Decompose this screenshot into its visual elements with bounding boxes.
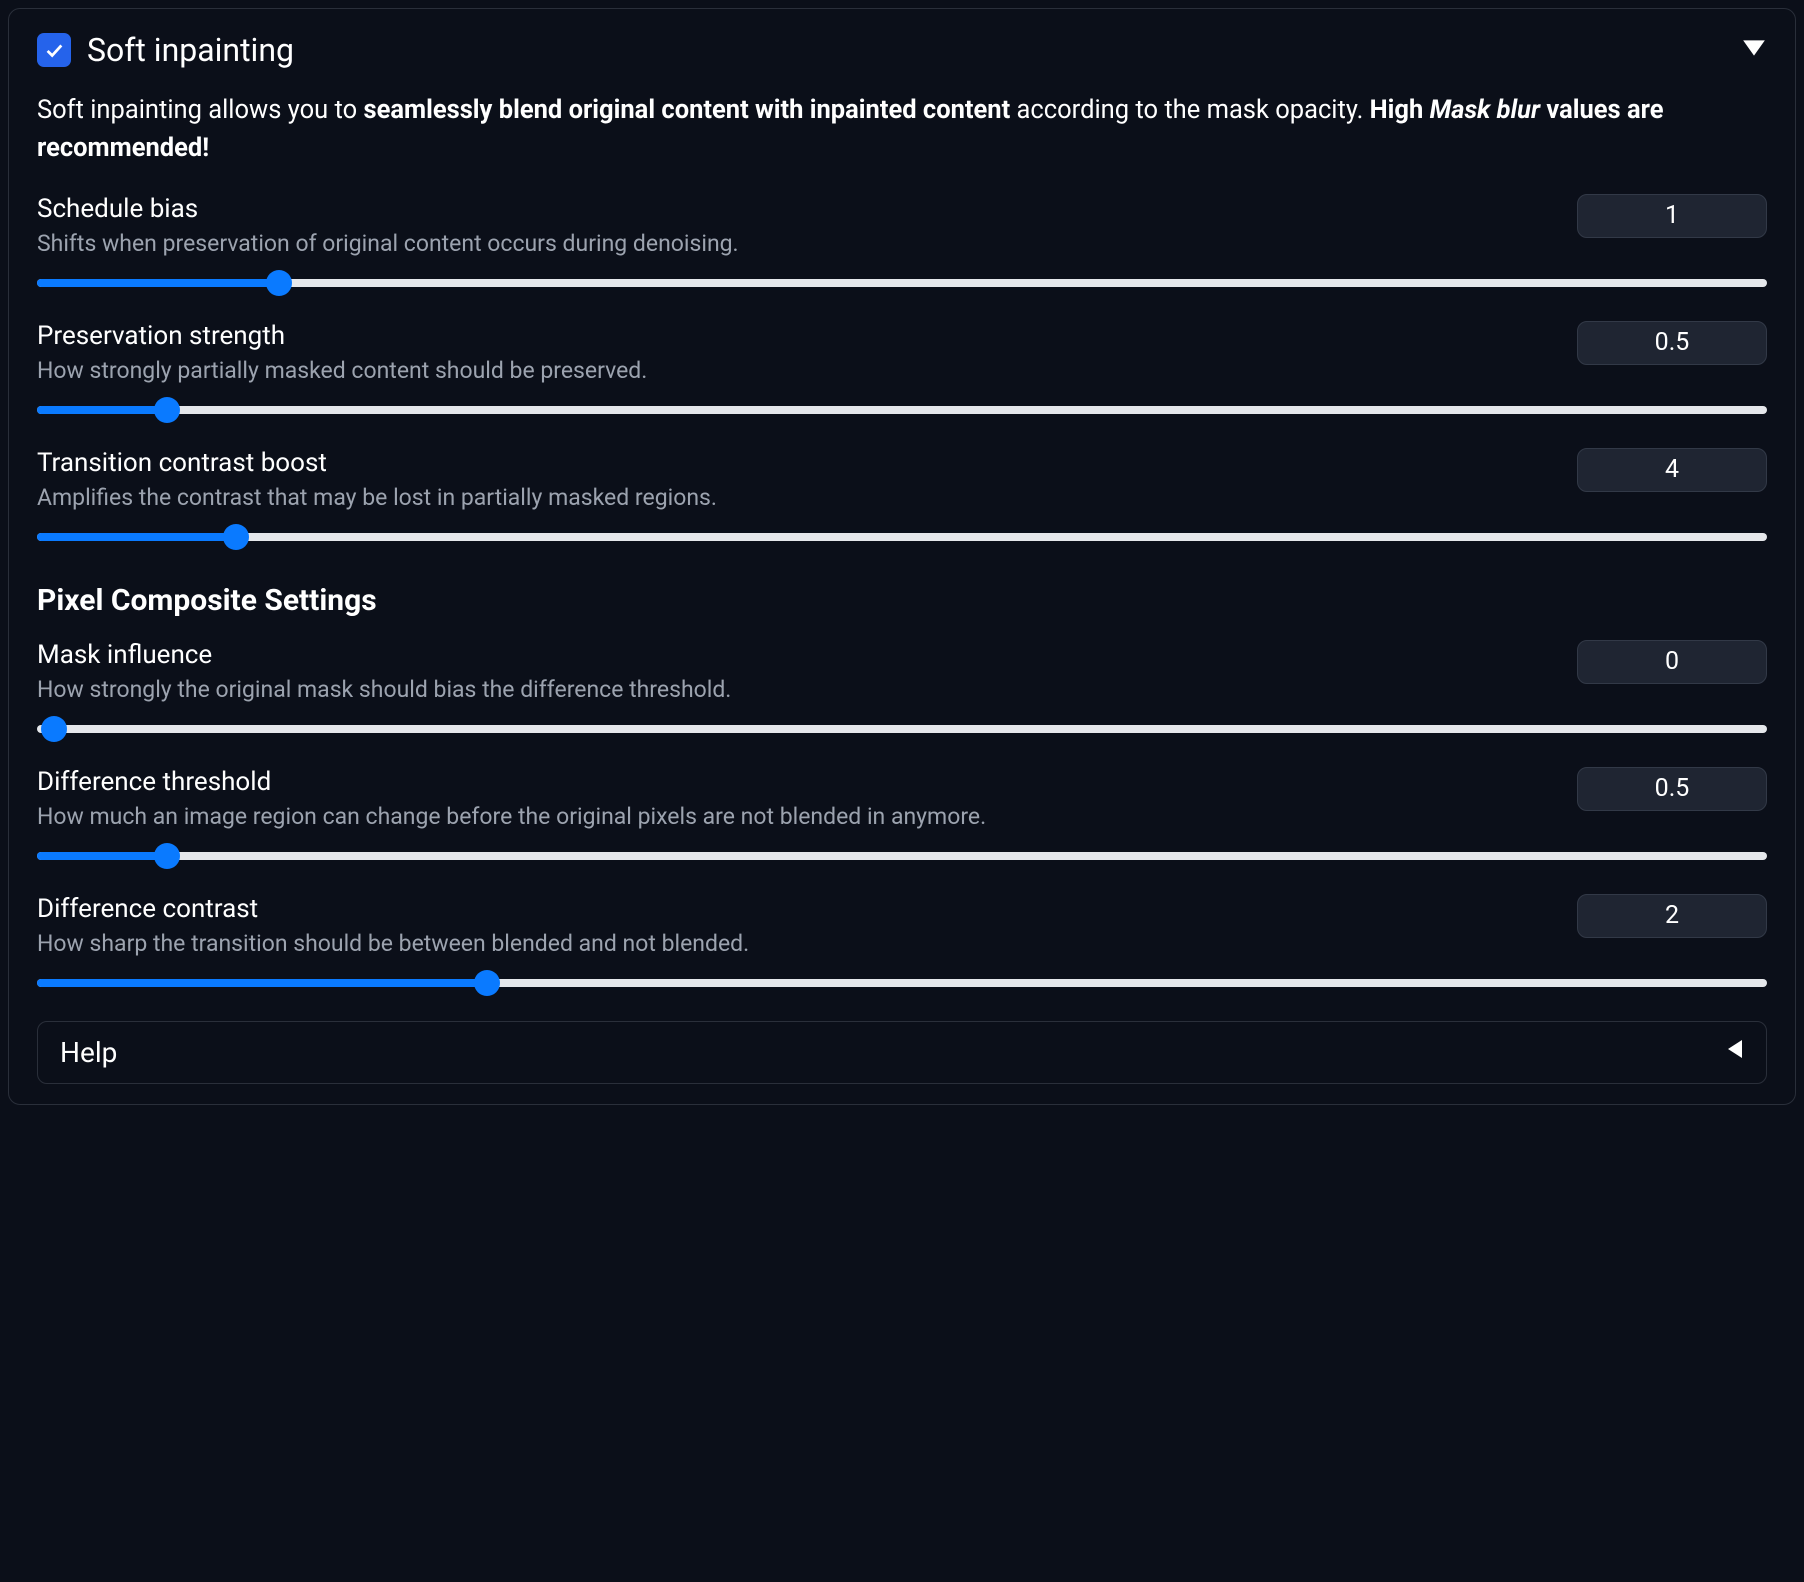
param-desc: Shifts when preservation of original con… [37, 230, 1557, 257]
panel-description: Soft inpainting allows you to seamlessly… [37, 91, 1767, 168]
mask-influence-value-input[interactable]: 0 [1577, 640, 1767, 684]
param-label: Preservation strength [37, 321, 1557, 351]
pixel-composite-heading: Pixel Composite Settings [37, 583, 1767, 618]
preservation-strength-slider[interactable] [37, 398, 1767, 422]
desc-hi-prefix: High [1370, 95, 1430, 125]
param-label: Mask influence [37, 640, 1557, 670]
slider-thumb[interactable] [154, 397, 180, 423]
panel-header-left: Soft inpainting [37, 31, 294, 69]
slider-thumb[interactable] [154, 843, 180, 869]
schedule-bias-slider[interactable] [37, 271, 1767, 295]
slider-thumb[interactable] [223, 524, 249, 550]
difference-contrast-value-input[interactable]: 2 [1577, 894, 1767, 938]
param-transition-contrast-boost: Transition contrast boost Amplifies the … [37, 448, 1767, 549]
param-difference-threshold: Difference threshold How much an image r… [37, 767, 1767, 868]
soft-inpainting-panel: Soft inpainting Soft inpainting allows y… [8, 8, 1796, 1105]
slider-thumb[interactable] [474, 970, 500, 996]
slider-fill [37, 533, 236, 541]
param-header: Difference contrast How sharp the transi… [37, 894, 1767, 971]
desc-bold: seamlessly blend original content with i… [363, 95, 1010, 125]
slider-fill [37, 279, 279, 287]
difference-threshold-slider[interactable] [37, 844, 1767, 868]
param-label: Transition contrast boost [37, 448, 1557, 478]
param-mask-influence: Mask influence How strongly the original… [37, 640, 1767, 741]
param-desc: Amplifies the contrast that may be lost … [37, 484, 1557, 511]
param-preservation-strength: Preservation strength How strongly parti… [37, 321, 1767, 422]
chevron-down-icon [1741, 38, 1767, 58]
preservation-strength-value-input[interactable]: 0.5 [1577, 321, 1767, 365]
slider-track [37, 979, 1767, 987]
checkmark-icon [43, 39, 65, 61]
param-label: Difference contrast [37, 894, 1557, 924]
desc-text: Soft inpainting allows you to [37, 95, 363, 125]
slider-thumb[interactable] [41, 716, 67, 742]
param-difference-contrast: Difference contrast How sharp the transi… [37, 894, 1767, 995]
param-header-text: Difference threshold How much an image r… [37, 767, 1557, 844]
param-header: Schedule bias Shifts when preservation o… [37, 194, 1767, 271]
param-desc: How strongly partially masked content sh… [37, 357, 1557, 384]
transition-contrast-boost-value-input[interactable]: 4 [1577, 448, 1767, 492]
param-header-text: Transition contrast boost Amplifies the … [37, 448, 1557, 525]
slider-track [37, 279, 1767, 287]
slider-fill [37, 852, 167, 860]
mask-influence-slider[interactable] [37, 717, 1767, 741]
schedule-bias-value-input[interactable]: 1 [1577, 194, 1767, 238]
slider-track [37, 725, 1767, 733]
soft-inpainting-checkbox[interactable] [37, 33, 71, 67]
param-desc: How sharp the transition should be betwe… [37, 930, 1557, 957]
help-toggle[interactable]: Help [37, 1021, 1767, 1084]
param-header-text: Difference contrast How sharp the transi… [37, 894, 1557, 971]
panel-title: Soft inpainting [87, 31, 294, 69]
param-header-text: Preservation strength How strongly parti… [37, 321, 1557, 398]
param-header: Transition contrast boost Amplifies the … [37, 448, 1767, 525]
slider-track [37, 533, 1767, 541]
param-header: Preservation strength How strongly parti… [37, 321, 1767, 398]
slider-track [37, 406, 1767, 414]
slider-fill [37, 406, 167, 414]
transition-contrast-boost-slider[interactable] [37, 525, 1767, 549]
slider-thumb[interactable] [266, 270, 292, 296]
param-header: Mask influence How strongly the original… [37, 640, 1767, 717]
param-desc: How strongly the original mask should bi… [37, 676, 1557, 703]
param-label: Difference threshold [37, 767, 1557, 797]
help-expand-icon [1726, 1038, 1744, 1066]
desc-hi-italic: Mask blur [1430, 95, 1540, 125]
param-schedule-bias: Schedule bias Shifts when preservation o… [37, 194, 1767, 295]
help-label: Help [60, 1036, 117, 1069]
chevron-left-icon [1726, 1038, 1744, 1060]
difference-contrast-slider[interactable] [37, 971, 1767, 995]
slider-fill [37, 979, 487, 987]
param-header-text: Mask influence How strongly the original… [37, 640, 1557, 717]
panel-header: Soft inpainting [37, 31, 1767, 69]
param-header-text: Schedule bias Shifts when preservation o… [37, 194, 1557, 271]
param-desc: How much an image region can change befo… [37, 803, 1557, 830]
param-label: Schedule bias [37, 194, 1557, 224]
param-header: Difference threshold How much an image r… [37, 767, 1767, 844]
desc-text: according to the mask opacity. [1010, 95, 1369, 125]
collapse-toggle[interactable] [1741, 36, 1767, 64]
difference-threshold-value-input[interactable]: 0.5 [1577, 767, 1767, 811]
slider-track [37, 852, 1767, 860]
